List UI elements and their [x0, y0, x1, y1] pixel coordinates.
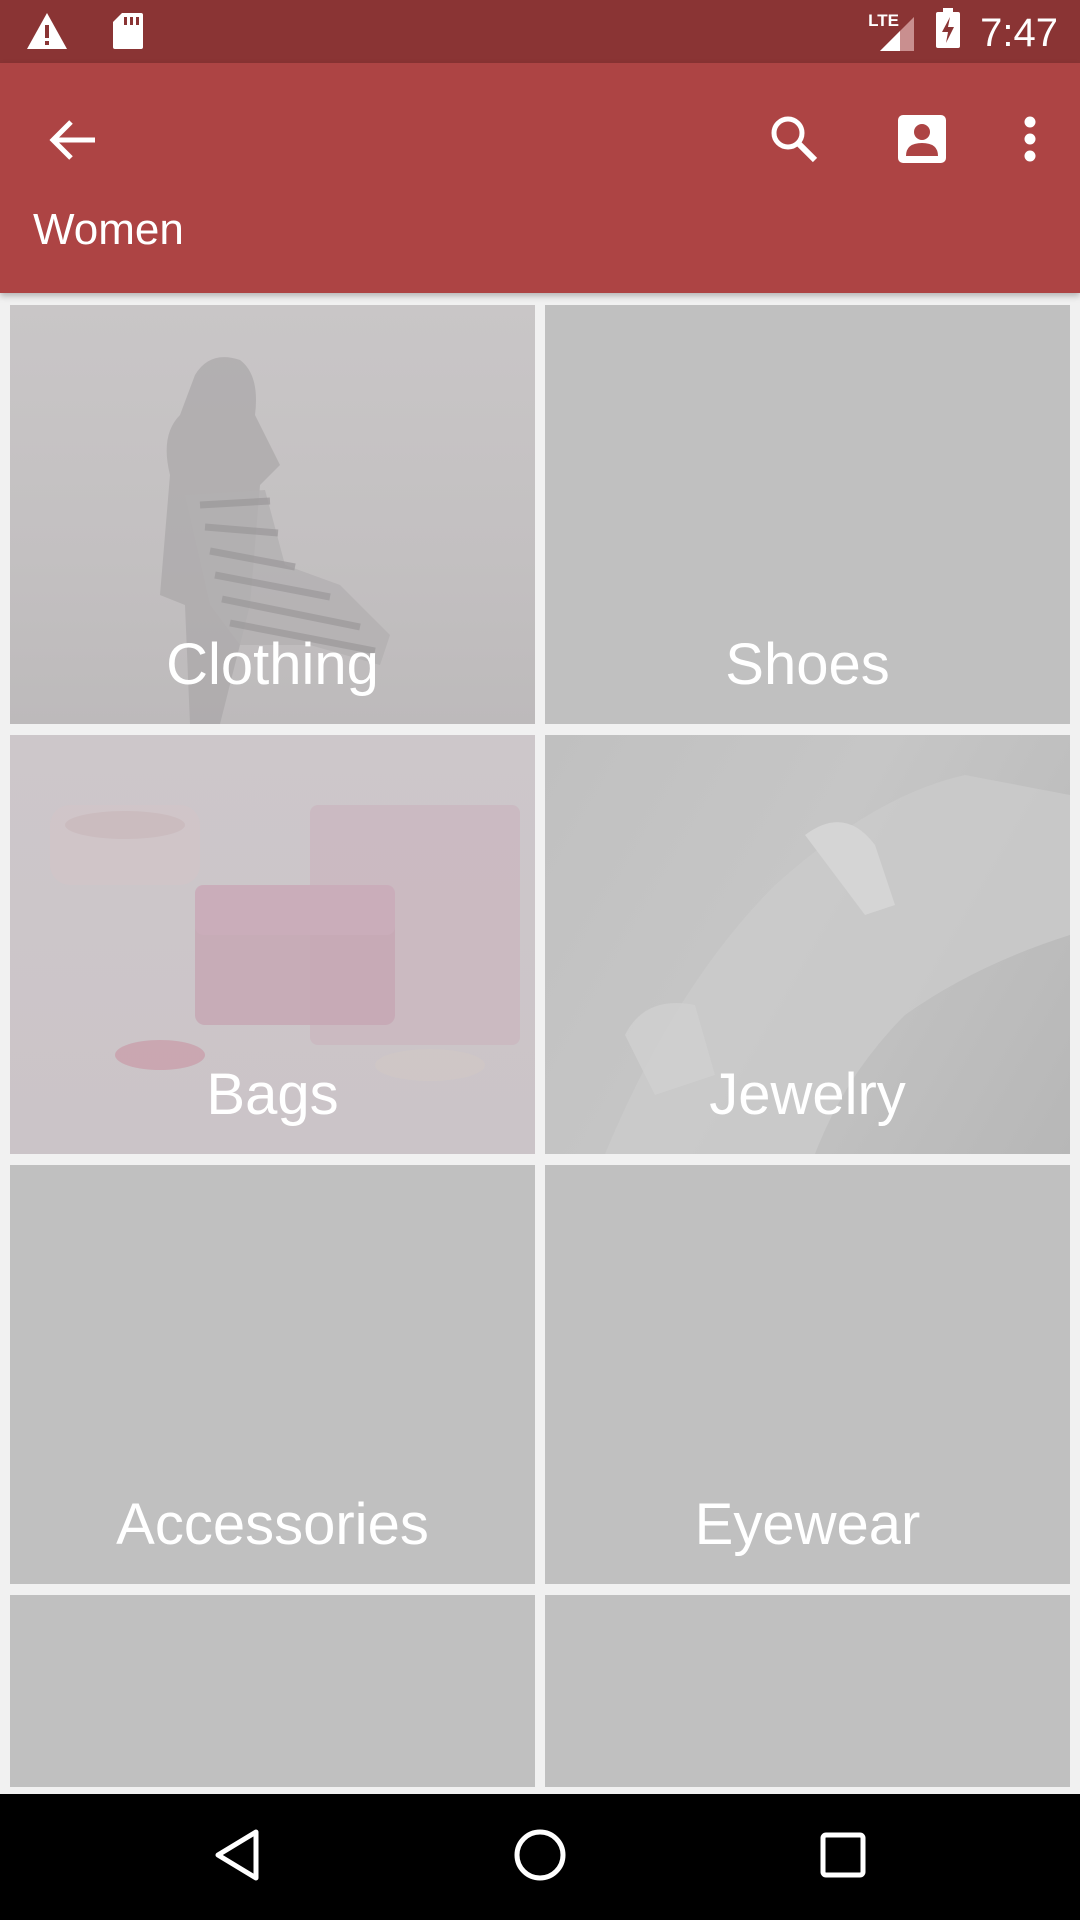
nav-home-circle-icon — [513, 1828, 567, 1887]
nav-recents-square-icon — [820, 1832, 866, 1883]
category-label: Eyewear — [694, 1492, 921, 1557]
category-tile-bags[interactable]: Bags — [10, 735, 535, 1154]
back-arrow-icon — [49, 118, 97, 167]
category-tile-shoes[interactable]: Shoes — [545, 305, 1070, 724]
category-tile-accessories[interactable]: Accessories — [10, 1165, 535, 1584]
account-button[interactable] — [872, 105, 972, 177]
overflow-menu-button[interactable] — [1000, 105, 1060, 177]
warning-icon — [26, 12, 68, 55]
more-vert-icon — [1023, 116, 1037, 167]
category-label: Shoes — [725, 632, 890, 697]
nav-home-button[interactable] — [505, 1822, 575, 1892]
category-label: Clothing — [166, 632, 379, 697]
category-tile-7[interactable] — [10, 1595, 535, 1787]
status-bar: LTE 7:47 — [0, 0, 1080, 63]
search-icon — [769, 114, 819, 169]
navigation-bar — [0, 1794, 1080, 1920]
nav-recents-button[interactable] — [808, 1822, 878, 1892]
app-toolbar: Women — [0, 63, 1080, 293]
category-label: Accessories — [116, 1492, 429, 1557]
network-type: LTE — [868, 11, 899, 30]
category-label: Jewelry — [709, 1062, 906, 1127]
nav-back-triangle-icon — [213, 1829, 261, 1886]
category-tile-8[interactable] — [545, 1595, 1070, 1787]
category-tile-jewelry[interactable]: Jewelry — [545, 735, 1070, 1154]
search-button[interactable] — [744, 105, 844, 177]
battery-charging-icon — [936, 8, 961, 58]
account-box-icon — [897, 114, 947, 169]
category-grid: Clothing Shoes Bags Jewelry Accessories … — [10, 305, 1070, 1787]
nav-back-button[interactable] — [202, 1822, 272, 1892]
signal-icon: LTE — [868, 11, 916, 53]
category-tile-eyewear[interactable]: Eyewear — [545, 1165, 1070, 1584]
clock: 7:47 — [980, 10, 1058, 55]
sd-card-icon — [112, 12, 144, 55]
category-label: Bags — [206, 1062, 339, 1127]
back-button[interactable] — [40, 109, 106, 175]
page-title: Women — [33, 205, 184, 254]
category-tile-clothing[interactable]: Clothing — [10, 305, 535, 724]
